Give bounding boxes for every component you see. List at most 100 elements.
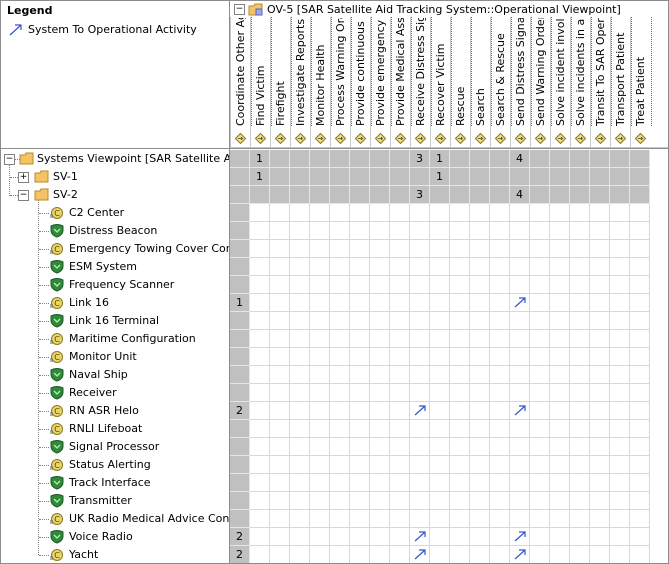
matrix-cell[interactable] — [270, 402, 290, 420]
matrix-cell[interactable] — [330, 420, 350, 438]
matrix-cell[interactable] — [490, 510, 510, 528]
matrix-cell[interactable] — [610, 240, 630, 258]
matrix-cell[interactable] — [430, 330, 450, 348]
matrix-cell[interactable] — [590, 528, 610, 546]
matrix-cell[interactable] — [530, 366, 550, 384]
matrix-cell[interactable] — [430, 258, 450, 276]
tree-item-row[interactable]: Track Interface — [1, 474, 229, 492]
matrix-cell[interactable] — [570, 312, 590, 330]
matrix-cell[interactable] — [230, 240, 250, 258]
matrix-cell[interactable] — [250, 348, 270, 366]
column-header[interactable]: Find Victim — [250, 17, 272, 148]
matrix-cell[interactable] — [350, 474, 370, 492]
matrix-cell[interactable] — [350, 438, 370, 456]
matrix-cell[interactable] — [450, 420, 470, 438]
matrix-cell[interactable] — [470, 186, 490, 204]
matrix-cell[interactable] — [590, 204, 610, 222]
matrix-cell[interactable] — [350, 510, 370, 528]
matrix-cell[interactable] — [250, 438, 270, 456]
tree-item-row[interactable]: C Yacht — [1, 546, 229, 563]
matrix-cell[interactable] — [310, 420, 330, 438]
matrix-cell[interactable] — [430, 348, 450, 366]
matrix-cell[interactable] — [350, 330, 370, 348]
matrix-cell[interactable] — [370, 492, 390, 510]
matrix-cell[interactable] — [490, 294, 510, 312]
collapse-toggle-icon[interactable]: − — [234, 4, 245, 15]
matrix-cell[interactable] — [310, 402, 330, 420]
matrix-cell[interactable] — [230, 168, 250, 186]
matrix-cell[interactable] — [250, 312, 270, 330]
matrix-cell[interactable] — [430, 420, 450, 438]
matrix-cell[interactable] — [390, 492, 410, 510]
matrix-cell[interactable] — [450, 402, 470, 420]
matrix-cell[interactable] — [570, 492, 590, 510]
column-header[interactable]: Investigate Reports Of — [290, 17, 312, 148]
matrix-cell[interactable] — [490, 420, 510, 438]
matrix-cell[interactable] — [370, 546, 390, 563]
matrix-cell[interactable] — [470, 546, 490, 563]
matrix-cell[interactable] — [530, 276, 550, 294]
matrix-cell[interactable] — [230, 222, 250, 240]
matrix-cell[interactable] — [530, 510, 550, 528]
tree-item-row[interactable]: C Emergency Towing Cover Configu — [1, 240, 229, 258]
matrix-cell[interactable] — [530, 168, 550, 186]
matrix-cell[interactable] — [430, 456, 450, 474]
matrix-cell[interactable] — [550, 204, 570, 222]
matrix-cell[interactable] — [390, 384, 410, 402]
matrix-cell[interactable] — [550, 384, 570, 402]
matrix-cell[interactable] — [330, 276, 350, 294]
matrix-cell[interactable] — [270, 348, 290, 366]
matrix-cell[interactable] — [390, 456, 410, 474]
matrix-cell[interactable]: 3 — [410, 186, 430, 204]
matrix-cell[interactable] — [270, 474, 290, 492]
matrix-cell[interactable] — [230, 420, 250, 438]
matrix-cell[interactable] — [630, 384, 650, 402]
matrix-cell[interactable] — [550, 276, 570, 294]
matrix-cell[interactable] — [330, 330, 350, 348]
matrix-cell[interactable] — [470, 276, 490, 294]
matrix-cell[interactable] — [510, 204, 530, 222]
matrix-cell[interactable] — [230, 186, 250, 204]
matrix-cell[interactable] — [350, 222, 370, 240]
matrix-cell[interactable] — [490, 366, 510, 384]
matrix-cell[interactable] — [550, 222, 570, 240]
matrix-cell[interactable] — [370, 474, 390, 492]
matrix-cell[interactable] — [470, 510, 490, 528]
matrix-cell[interactable] — [470, 528, 490, 546]
matrix-cell[interactable] — [530, 438, 550, 456]
matrix-cell[interactable] — [490, 276, 510, 294]
column-header[interactable]: Transit To SAR Operati — [590, 17, 612, 148]
column-header[interactable]: Firefight — [270, 17, 292, 148]
matrix-cell[interactable] — [550, 492, 570, 510]
matrix-cell[interactable] — [570, 240, 590, 258]
matrix-cell[interactable] — [450, 456, 470, 474]
matrix-cell[interactable] — [570, 510, 590, 528]
matrix-cell[interactable] — [270, 240, 290, 258]
matrix-cell[interactable] — [450, 366, 470, 384]
matrix-cell[interactable] — [610, 222, 630, 240]
matrix-cell[interactable] — [570, 366, 590, 384]
matrix-cell[interactable] — [370, 150, 390, 168]
tree-package-row[interactable]: − SV-2 — [1, 186, 229, 204]
matrix-cell[interactable] — [290, 240, 310, 258]
matrix-cell[interactable] — [390, 330, 410, 348]
matrix-cell[interactable] — [590, 420, 610, 438]
matrix-cell[interactable] — [470, 420, 490, 438]
matrix-cell[interactable] — [330, 150, 350, 168]
column-header[interactable]: Search & Rescue — [490, 17, 512, 148]
matrix-cell[interactable] — [430, 384, 450, 402]
matrix-cell[interactable] — [590, 546, 610, 563]
matrix-cell[interactable] — [470, 474, 490, 492]
matrix-cell[interactable] — [390, 312, 410, 330]
matrix-cell[interactable] — [250, 492, 270, 510]
matrix-cell[interactable] — [450, 204, 470, 222]
matrix-cell[interactable] — [250, 276, 270, 294]
matrix-cell[interactable] — [430, 204, 450, 222]
matrix-cell[interactable] — [530, 240, 550, 258]
matrix-cell[interactable] — [250, 222, 270, 240]
matrix-cell[interactable] — [310, 276, 330, 294]
matrix-cell[interactable] — [270, 312, 290, 330]
matrix-cell[interactable] — [630, 438, 650, 456]
matrix-cell[interactable] — [270, 510, 290, 528]
matrix-cell[interactable] — [290, 330, 310, 348]
